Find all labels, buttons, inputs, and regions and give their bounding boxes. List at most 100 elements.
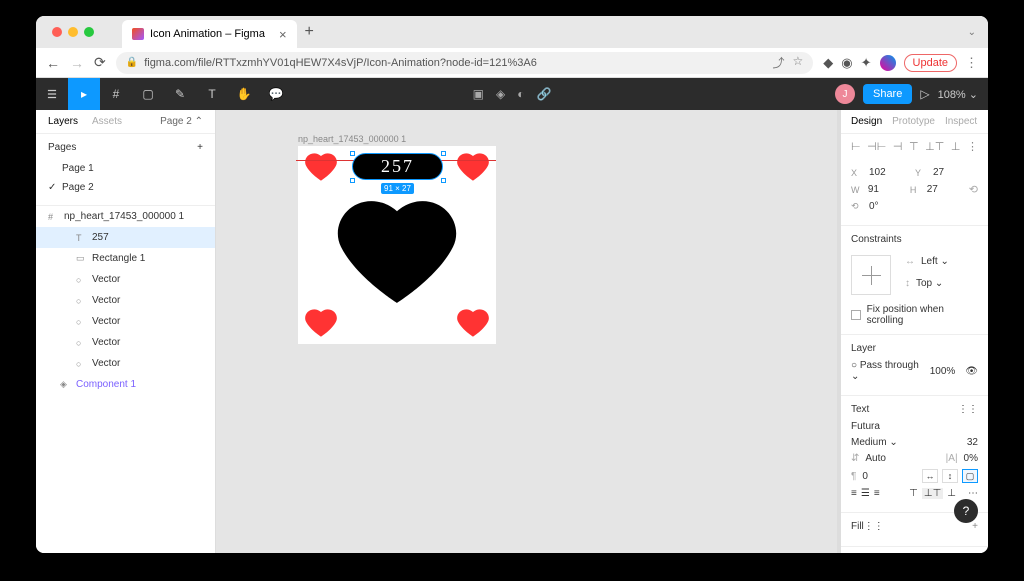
heart-icon-large [334,196,460,308]
window-close-button[interactable] [52,27,62,37]
layers-tab[interactable]: Layers [48,116,78,127]
align-top-text-icon[interactable]: ⊤ [909,488,918,499]
y-input[interactable]: 27 [933,167,973,178]
vector-layer[interactable]: ○Vector [36,311,215,332]
fixed-size-button[interactable]: ▢ [962,469,978,483]
selection-handle[interactable] [350,151,355,156]
pen-tool[interactable]: ✎ [164,78,196,110]
line-height-input[interactable]: Auto [865,453,886,464]
extension-icon[interactable]: ◆ [823,55,833,71]
tab-close-icon[interactable]: × [279,27,287,42]
vector-layer[interactable]: ○Vector [36,290,215,311]
vector-layer[interactable]: ○Vector [36,332,215,353]
extension-icon[interactable]: ◉ [841,55,852,71]
align-middle-text-icon[interactable]: ⊥⊤ [922,488,943,499]
window-maximize-button[interactable] [84,27,94,37]
share-button[interactable]: Share [863,84,912,104]
rotation-input[interactable]: 0° [869,201,909,212]
align-right-icon[interactable]: ⊣ [893,140,903,153]
align-vcenter-icon[interactable]: ⊥⊤ [925,140,944,153]
auto-width-button[interactable]: ↔ [922,469,938,483]
update-button[interactable]: Update [904,54,957,72]
zoom-level[interactable]: 108% ⌄ [938,88,978,101]
tabs-overflow-icon[interactable]: ⌄ [968,27,976,38]
frame-title[interactable]: np_heart_17453_000000 1 [298,134,406,144]
assets-tab[interactable]: Assets [92,116,122,127]
align-bottom-icon[interactable]: ⊥ [951,140,961,153]
profile-avatar[interactable] [880,55,896,71]
present-button[interactable]: ▷ [920,87,929,101]
blend-mode-select[interactable]: ○ Pass through ⌄ [851,360,924,382]
constraint-h-select[interactable]: Left ⌄ [921,256,949,267]
component-icon[interactable]: ◈ [496,87,505,101]
constraint-v-select[interactable]: Top ⌄ [916,278,943,289]
align-left-text-icon[interactable]: ≡ [851,488,857,499]
vector-layer[interactable]: ○Vector [36,269,215,290]
selection-handle[interactable] [441,151,446,156]
figma-menu-button[interactable] [36,78,68,110]
w-input[interactable]: 91 [868,184,904,195]
opacity-input[interactable]: 100% [930,366,956,377]
browser-tab[interactable]: Icon Animation – Figma × [122,20,297,48]
text-layer[interactable]: T257 [36,227,215,248]
page-item[interactable]: Page 2 [48,178,203,197]
window-minimize-button[interactable] [68,27,78,37]
fill-styles-icon[interactable]: ⋮⋮ [864,521,884,532]
text-tool[interactable]: T [196,78,228,110]
add-fill-button[interactable]: + [972,521,978,532]
browser-menu-icon[interactable]: ⋮ [965,55,978,71]
canvas[interactable]: np_heart_17453_000000 1 257 91 × 27 [216,110,837,553]
page-selector[interactable]: Page 2 ⌃ [160,116,203,127]
vector-layer[interactable]: ○Vector [36,353,215,374]
align-hcenter-icon[interactable]: ⊣⊢ [867,140,886,153]
prototype-tab[interactable]: Prototype [892,116,935,127]
align-left-icon[interactable]: ⊢ [851,140,861,153]
letter-spacing-input[interactable]: 0% [964,453,978,464]
align-center-text-icon[interactable]: ☰ [861,488,870,499]
user-avatar[interactable]: J [835,84,855,104]
comment-tool[interactable]: 💬 [260,78,292,110]
x-input[interactable]: 102 [869,167,909,178]
h-input[interactable]: 27 [927,184,963,195]
component-layer[interactable]: ◈Component 1 [36,374,215,395]
bookmark-icon[interactable]: ☆ [793,54,804,71]
back-button[interactable]: ← [46,55,60,71]
mask-icon[interactable]: ◐ [517,87,524,101]
share-url-icon[interactable]: ⤴ [772,54,784,71]
align-bottom-text-icon[interactable]: ⊥ [947,488,956,499]
constrain-icon[interactable]: ⟲ [969,183,978,196]
bounding-box-icon[interactable]: ▣ [473,87,484,101]
add-page-button[interactable]: + [197,142,203,153]
frame-tool[interactable]: # [100,78,132,110]
constraints-widget[interactable] [851,255,891,295]
shape-tool[interactable]: ▢ [132,78,164,110]
selection-handle[interactable] [350,178,355,183]
align-top-icon[interactable]: ⊤ [909,140,919,153]
address-bar[interactable]: 🔒 figma.com/file/RTTxzmhYV01qHEW7X4sVjP/… [116,52,814,74]
selection-handle[interactable] [441,178,446,183]
move-tool[interactable]: ▸ [68,78,100,110]
rectangle-layer[interactable]: ▭Rectangle 1 [36,248,215,269]
visibility-icon[interactable]: 👁 [965,366,978,377]
page-item[interactable]: Page 1 [48,159,203,178]
font-weight-select[interactable]: Medium ⌄ [851,437,898,448]
new-tab-button[interactable]: + [305,23,314,41]
count-pill-text[interactable]: 257 [352,153,443,180]
text-more-icon[interactable]: ⋯ [968,488,978,499]
extensions-menu-icon[interactable]: ✦ [861,55,872,71]
align-right-text-icon[interactable]: ≡ [874,488,880,499]
fix-position-checkbox[interactable] [851,310,861,320]
font-family-select[interactable]: Futura [851,421,978,432]
frame-layer[interactable]: #np_heart_17453_000000 1 [36,206,215,227]
text-styles-icon[interactable]: ⋮⋮ [958,404,978,415]
reload-button[interactable]: ⟳ [94,54,106,71]
hand-tool[interactable]: ✋ [228,78,260,110]
auto-height-button[interactable]: ↕ [942,469,958,483]
help-button[interactable]: ? [954,499,978,523]
link-icon[interactable]: 🔗 [536,87,551,101]
design-tab[interactable]: Design [851,116,882,127]
paragraph-spacing-input[interactable]: 0 [862,471,868,482]
distribute-icon[interactable]: ⋮ [967,140,978,153]
font-size-input[interactable]: 32 [967,437,978,448]
inspect-tab[interactable]: Inspect [945,116,977,127]
